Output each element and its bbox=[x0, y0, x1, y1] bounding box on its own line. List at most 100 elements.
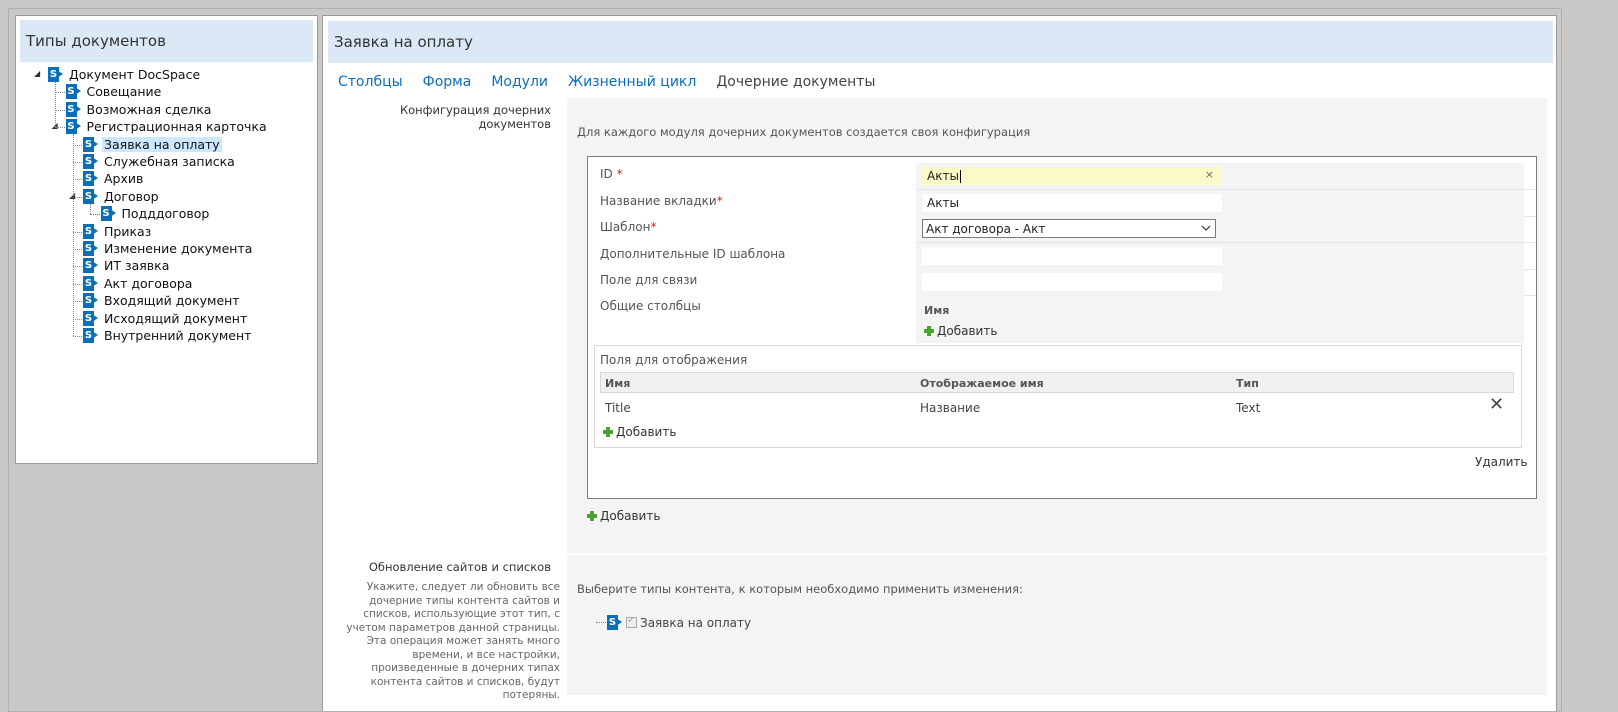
plus-icon bbox=[603, 427, 613, 437]
tree-node-label: Возможная сделка bbox=[86, 101, 212, 117]
tab-lifecycle[interactable]: Жизненный цикл bbox=[568, 74, 696, 90]
add-config-label: Добавить bbox=[600, 509, 661, 523]
chevron-down-icon bbox=[1201, 225, 1211, 231]
tree-node-label: Исходящий документ bbox=[104, 310, 248, 326]
section-child-config-label: Конфигурация дочерних документов bbox=[399, 103, 551, 131]
template-row: Шаблон* Акт договора - Акт bbox=[598, 216, 1524, 242]
add-display-field-label: Добавить bbox=[616, 425, 677, 439]
text-caret bbox=[959, 169, 961, 183]
link-field-row: Поле для связи bbox=[598, 269, 1524, 295]
column-header-name: Имя bbox=[605, 377, 631, 390]
clear-icon[interactable]: × bbox=[1205, 168, 1214, 181]
tree-connector bbox=[55, 82, 56, 128]
delete-config-button[interactable]: Удалить bbox=[1475, 455, 1528, 469]
id-label: ID * bbox=[600, 167, 623, 181]
common-columns-row: Общие столбцы Имя Добавить bbox=[598, 295, 1524, 343]
tab-modules[interactable]: Модули bbox=[491, 74, 548, 90]
sharepoint-content-type-icon: S bbox=[83, 223, 98, 239]
content-type-item: S Заявка на оплату bbox=[596, 615, 751, 630]
tree-node[interactable]: S Служебная записка bbox=[83, 153, 237, 170]
template-select-value: Акт договора - Акт bbox=[926, 221, 1046, 236]
sharepoint-content-type-icon: S bbox=[607, 615, 622, 630]
tree-node[interactable]: S Заявка на оплату bbox=[83, 136, 222, 153]
tree-connector bbox=[72, 318, 82, 320]
tree-connector bbox=[90, 203, 91, 215]
tab-child-documents[interactable]: Дочерние документы bbox=[716, 74, 875, 90]
tree-node-label: Акт договора bbox=[104, 275, 193, 291]
tree-node[interactable]: S Регистрационная карточка bbox=[65, 118, 269, 135]
row-type: Text bbox=[1236, 401, 1261, 415]
add-config-button[interactable]: Добавить bbox=[587, 509, 660, 523]
tree-node-label: Изменение документа bbox=[104, 241, 253, 256]
sharepoint-content-type-icon: S bbox=[83, 136, 98, 152]
expand-toggle-icon[interactable]: ◢ bbox=[34, 69, 40, 78]
tree-node[interactable]: S ИТ заявка bbox=[83, 257, 171, 274]
tab-name-row: Название вкладки* Акты bbox=[598, 190, 1524, 216]
sharepoint-content-type-icon: S bbox=[83, 171, 98, 187]
tree-node-label: ИТ заявка bbox=[104, 258, 170, 274]
tree-node[interactable]: S Подддоговор bbox=[100, 205, 212, 222]
extra-template-input[interactable] bbox=[922, 247, 1222, 265]
update-description: Выберите типы контента, к которым необхо… bbox=[577, 582, 1023, 596]
tree-node[interactable]: S Исходящий документ bbox=[83, 310, 249, 327]
tab-name-input[interactable]: Акты bbox=[922, 194, 1222, 212]
id-input[interactable]: Акты × bbox=[922, 167, 1222, 185]
remove-row-icon[interactable]: ✕ bbox=[1489, 394, 1504, 415]
tree-node[interactable]: S Входящий документ bbox=[83, 292, 242, 309]
tree-connector bbox=[72, 283, 82, 285]
sharepoint-content-type-icon: S bbox=[100, 206, 116, 222]
template-select[interactable]: Акт договора - Акт bbox=[922, 219, 1216, 238]
column-header-type: Тип bbox=[1236, 377, 1259, 390]
tree-node[interactable]: S Договор bbox=[83, 188, 161, 205]
tree-node[interactable]: S Архив bbox=[83, 170, 145, 187]
tree-node[interactable]: S Изменение документа bbox=[83, 240, 254, 257]
tree-node[interactable]: S Акт договора bbox=[83, 275, 194, 292]
row-name: Title bbox=[605, 401, 631, 415]
tree-connector bbox=[55, 109, 65, 111]
sharepoint-content-type-icon: S bbox=[83, 188, 98, 204]
tab-form[interactable]: Форма bbox=[423, 74, 472, 90]
tree-node-label: Заявка на оплату bbox=[102, 136, 222, 152]
tree-connector bbox=[55, 127, 65, 129]
extra-template-label: Дополнительные ID шаблона bbox=[600, 247, 786, 261]
panel-title: Типы документов bbox=[20, 20, 313, 62]
section-update-label: Обновление сайтов и списков bbox=[368, 560, 551, 574]
sharepoint-content-type-icon: S bbox=[83, 241, 98, 256]
id-input-value: Акты bbox=[927, 169, 959, 183]
tree-node[interactable]: S Внутренний документ bbox=[83, 327, 253, 344]
content-type-label: Заявка на оплату bbox=[640, 615, 752, 630]
tree-connector bbox=[72, 249, 82, 250]
tree-node[interactable]: S Приказ bbox=[83, 223, 153, 240]
id-row: ID * Акты × bbox=[598, 163, 1524, 189]
tab-name-value: Акты bbox=[927, 196, 959, 210]
sharepoint-content-type-icon: S bbox=[65, 119, 81, 135]
tree-connector bbox=[72, 336, 82, 337]
sharepoint-content-type-icon: S bbox=[83, 275, 98, 291]
tree-connector bbox=[55, 92, 65, 94]
tree-node-label: Внутренний документ bbox=[104, 328, 252, 343]
sharepoint-content-type-icon: S bbox=[83, 258, 98, 274]
tree-node-label: Совещание bbox=[86, 84, 162, 100]
sharepoint-content-type-icon: S bbox=[48, 67, 63, 82]
tree-connector bbox=[72, 231, 82, 233]
tree-node[interactable]: S Документ DocSpace bbox=[48, 66, 202, 83]
display-fields-title: Поля для отображения bbox=[600, 353, 748, 367]
sharepoint-content-type-icon: S bbox=[83, 293, 98, 309]
sharepoint-content-type-icon: S bbox=[83, 154, 98, 169]
add-display-field-button[interactable]: Добавить bbox=[603, 425, 676, 439]
tree-node-label: Подддоговор bbox=[121, 206, 210, 222]
add-common-column-button[interactable]: Добавить bbox=[924, 324, 997, 338]
link-field-input[interactable] bbox=[922, 273, 1222, 291]
page-title: Заявка на оплату bbox=[328, 21, 1553, 63]
content-type-checkbox[interactable] bbox=[626, 615, 637, 628]
tree-connector bbox=[596, 622, 606, 623]
template-label: Шаблон* bbox=[600, 220, 657, 234]
tab-columns[interactable]: Столбцы bbox=[338, 74, 403, 90]
tree-node[interactable]: S Совещание bbox=[65, 83, 164, 100]
display-fields-header: Имя Отображаемое имя Тип bbox=[600, 372, 1514, 393]
display-fields-box: Поля для отображения Имя Отображаемое им… bbox=[594, 345, 1522, 448]
tree-connector bbox=[72, 196, 82, 198]
tree-node-label: Регистрационная карточка bbox=[86, 119, 267, 135]
tree-connector bbox=[90, 214, 100, 216]
tree-node[interactable]: S Возможная сделка bbox=[65, 101, 214, 118]
